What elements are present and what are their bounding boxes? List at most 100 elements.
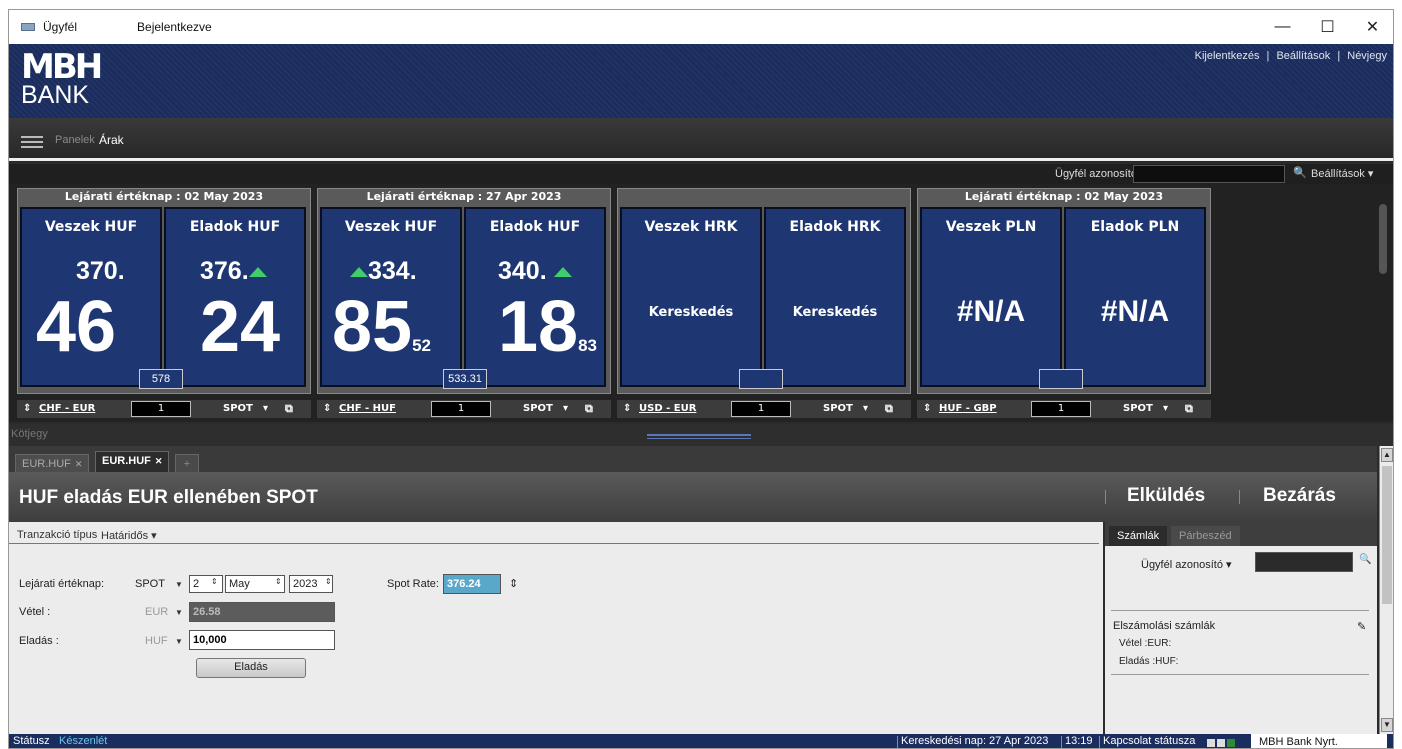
swap-icon[interactable]: ⇕	[23, 403, 31, 414]
buy-price-cell[interactable]: Veszek HUF 334. 8552	[320, 207, 462, 387]
ticket-scrollbar[interactable]: ▲ ▼	[1379, 446, 1393, 734]
send-button[interactable]: Elküldés	[1127, 485, 1205, 507]
tab-dialog[interactable]: Párbeszéd	[1171, 526, 1240, 546]
amount-input[interactable]: 1	[1031, 401, 1091, 417]
resize-handle[interactable]	[647, 434, 751, 436]
buy-account-line: Vétel :EUR:	[1119, 638, 1172, 649]
year-spin-icon[interactable]: ⇕	[325, 577, 332, 586]
client-id-input[interactable]	[1255, 552, 1353, 572]
trading-day: Kereskedési nap: 27 Apr 2023	[901, 735, 1049, 747]
amount-input[interactable]: 1	[731, 401, 791, 417]
tenor-dropdown-icon[interactable]: ▾	[263, 403, 268, 414]
currency-pair[interactable]: CHF - EUR	[39, 403, 95, 414]
window-title: Ügyfél	[43, 20, 78, 34]
buy-currency-dropdown-icon[interactable]: ▼	[175, 608, 183, 617]
sell-price-cell[interactable]: Eladok PLN #N/A	[1064, 207, 1206, 387]
scroll-up-icon[interactable]: ▲	[1381, 448, 1393, 462]
spread-box: 578	[139, 369, 183, 389]
buy-small-text: 334.	[368, 257, 417, 285]
add-tab-button[interactable]: +	[175, 454, 199, 472]
buy-price-cell[interactable]: Veszek HRK Kereskedés	[620, 207, 762, 387]
currency-pair[interactable]: USD - EUR	[639, 403, 696, 414]
tab-label: EUR.HUF	[22, 458, 71, 470]
tab-accounts[interactable]: Számlák	[1109, 526, 1168, 546]
month-value: May	[229, 578, 250, 590]
refresh-rate-icon[interactable]: ⇕	[509, 577, 518, 590]
search-icon[interactable]: 🔍	[1359, 554, 1371, 565]
buy-price-cell[interactable]: Veszek PLN #N/A	[920, 207, 1062, 387]
price-tile: Lejárati értéknap : 02 May 2023 Veszek P…	[917, 188, 1211, 394]
buy-price-cell[interactable]: Veszek HUF 370. 46	[20, 207, 162, 387]
sell-price-cell[interactable]: Eladok HRK Kereskedés	[764, 207, 906, 387]
settings-link[interactable]: Beállítások	[1276, 50, 1330, 62]
minimize-button[interactable]: —	[1260, 10, 1305, 44]
amount-input[interactable]: 1	[131, 401, 191, 417]
close-icon[interactable]: ✕	[155, 456, 163, 466]
tenor-dropdown-icon[interactable]: ▼	[175, 580, 183, 589]
resize-handle-line	[647, 438, 751, 439]
client-id-dropdown[interactable]: Ügyfél azonosító ▾	[1055, 167, 1146, 180]
expiry-tenor[interactable]: SPOT	[135, 578, 165, 590]
app-window: Ügyfél Bejelentkezve — ☐ ✕ MBH BANK Kije…	[8, 9, 1394, 749]
client-id-input[interactable]	[1133, 165, 1285, 183]
separator	[897, 736, 898, 748]
logo-line1: MBH	[21, 47, 103, 87]
tenor-select[interactable]: SPOT	[823, 403, 853, 414]
nav-prices[interactable]: Árak	[99, 133, 124, 147]
price-tile: Veszek HRK Kereskedés Eladok HRK Kereske…	[617, 188, 911, 394]
currency-pair[interactable]: CHF - HUF	[339, 403, 396, 414]
currency-pair[interactable]: HUF - GBP	[939, 403, 997, 414]
popout-icon[interactable]: ⧉	[585, 402, 593, 416]
tenor-dropdown-icon[interactable]: ▾	[863, 403, 868, 414]
edit-icon[interactable]: ✎	[1357, 620, 1366, 633]
swap-icon[interactable]: ⇕	[323, 403, 331, 414]
tenor-dropdown-icon[interactable]: ▾	[1163, 403, 1168, 414]
buy-small-figure: 370.	[76, 257, 125, 285]
tab-eurhuf-1[interactable]: EUR.HUF ✕	[15, 454, 90, 472]
day-spinner[interactable]: 2	[189, 575, 223, 593]
month-spin-icon[interactable]: ⇕	[275, 577, 282, 586]
maximize-button[interactable]: ☐	[1305, 10, 1350, 44]
scroll-thumb[interactable]	[1382, 466, 1392, 604]
sell-button[interactable]: Eladás	[196, 658, 306, 678]
hamburger-menu-icon[interactable]	[21, 136, 43, 148]
sell-currency-dropdown-icon[interactable]: ▼	[175, 637, 183, 646]
about-link[interactable]: Névjegy	[1347, 50, 1387, 62]
tiles-scrollbar[interactable]	[1379, 204, 1387, 274]
sell-price-cell[interactable]: 376. Eladok HUF 24	[164, 207, 306, 387]
spot-rate-value: 376.24	[443, 574, 501, 594]
tenor-dropdown-icon[interactable]: ▾	[563, 403, 568, 414]
transaction-type-select[interactable]: Határidős ▾	[101, 529, 157, 542]
price-settings-dropdown[interactable]: Beállítások ▾	[1311, 167, 1373, 180]
spread-box	[739, 369, 783, 389]
search-icon[interactable]: 🔍	[1293, 166, 1307, 179]
popout-icon[interactable]: ⧉	[1185, 402, 1193, 416]
day-spin-icon[interactable]: ⇕	[211, 577, 218, 586]
close-window-button[interactable]: ✕	[1350, 10, 1393, 44]
status-value: Készenlét	[59, 735, 108, 747]
client-id-dropdown[interactable]: Ügyfél azonosító ▾	[1141, 558, 1232, 571]
year-value: 2023	[293, 578, 318, 590]
swap-icon[interactable]: ⇕	[623, 403, 631, 414]
tenor-select[interactable]: SPOT	[523, 403, 553, 414]
sell-price-cell[interactable]: Eladok HUF 340. 1883	[464, 207, 606, 387]
close-ticket-button[interactable]: Bezárás	[1263, 485, 1336, 507]
price-tiles-area: Lejárati értéknap : 02 May 2023 Veszek H…	[9, 184, 1393, 422]
close-icon[interactable]: ✕	[75, 459, 83, 469]
scroll-down-icon[interactable]: ▼	[1381, 718, 1393, 732]
sell-amount-input[interactable]: 10,000	[189, 630, 335, 650]
logout-link[interactable]: Kijelentkezés	[1195, 50, 1260, 62]
connection-status-label: Kapcsolat státusza	[1103, 735, 1196, 747]
sell-na-value: #N/A	[1100, 295, 1170, 328]
separator	[1099, 736, 1100, 748]
tenor-select[interactable]: SPOT	[223, 403, 253, 414]
popout-icon[interactable]: ⧉	[285, 402, 293, 416]
accounts-panel: Számlák Párbeszéd Ügyfél azonosító ▾ 🔍 E…	[1105, 522, 1377, 734]
popout-icon[interactable]: ⧉	[885, 402, 893, 416]
tenor-select[interactable]: SPOT	[1123, 403, 1153, 414]
tab-eurhuf-2[interactable]: EUR.HUF ✕	[95, 451, 170, 472]
amount-input[interactable]: 1	[431, 401, 491, 417]
pair-quote: EUR	[72, 403, 96, 414]
swap-icon[interactable]: ⇕	[923, 403, 931, 414]
nav-panels[interactable]: Panelek	[55, 134, 95, 146]
